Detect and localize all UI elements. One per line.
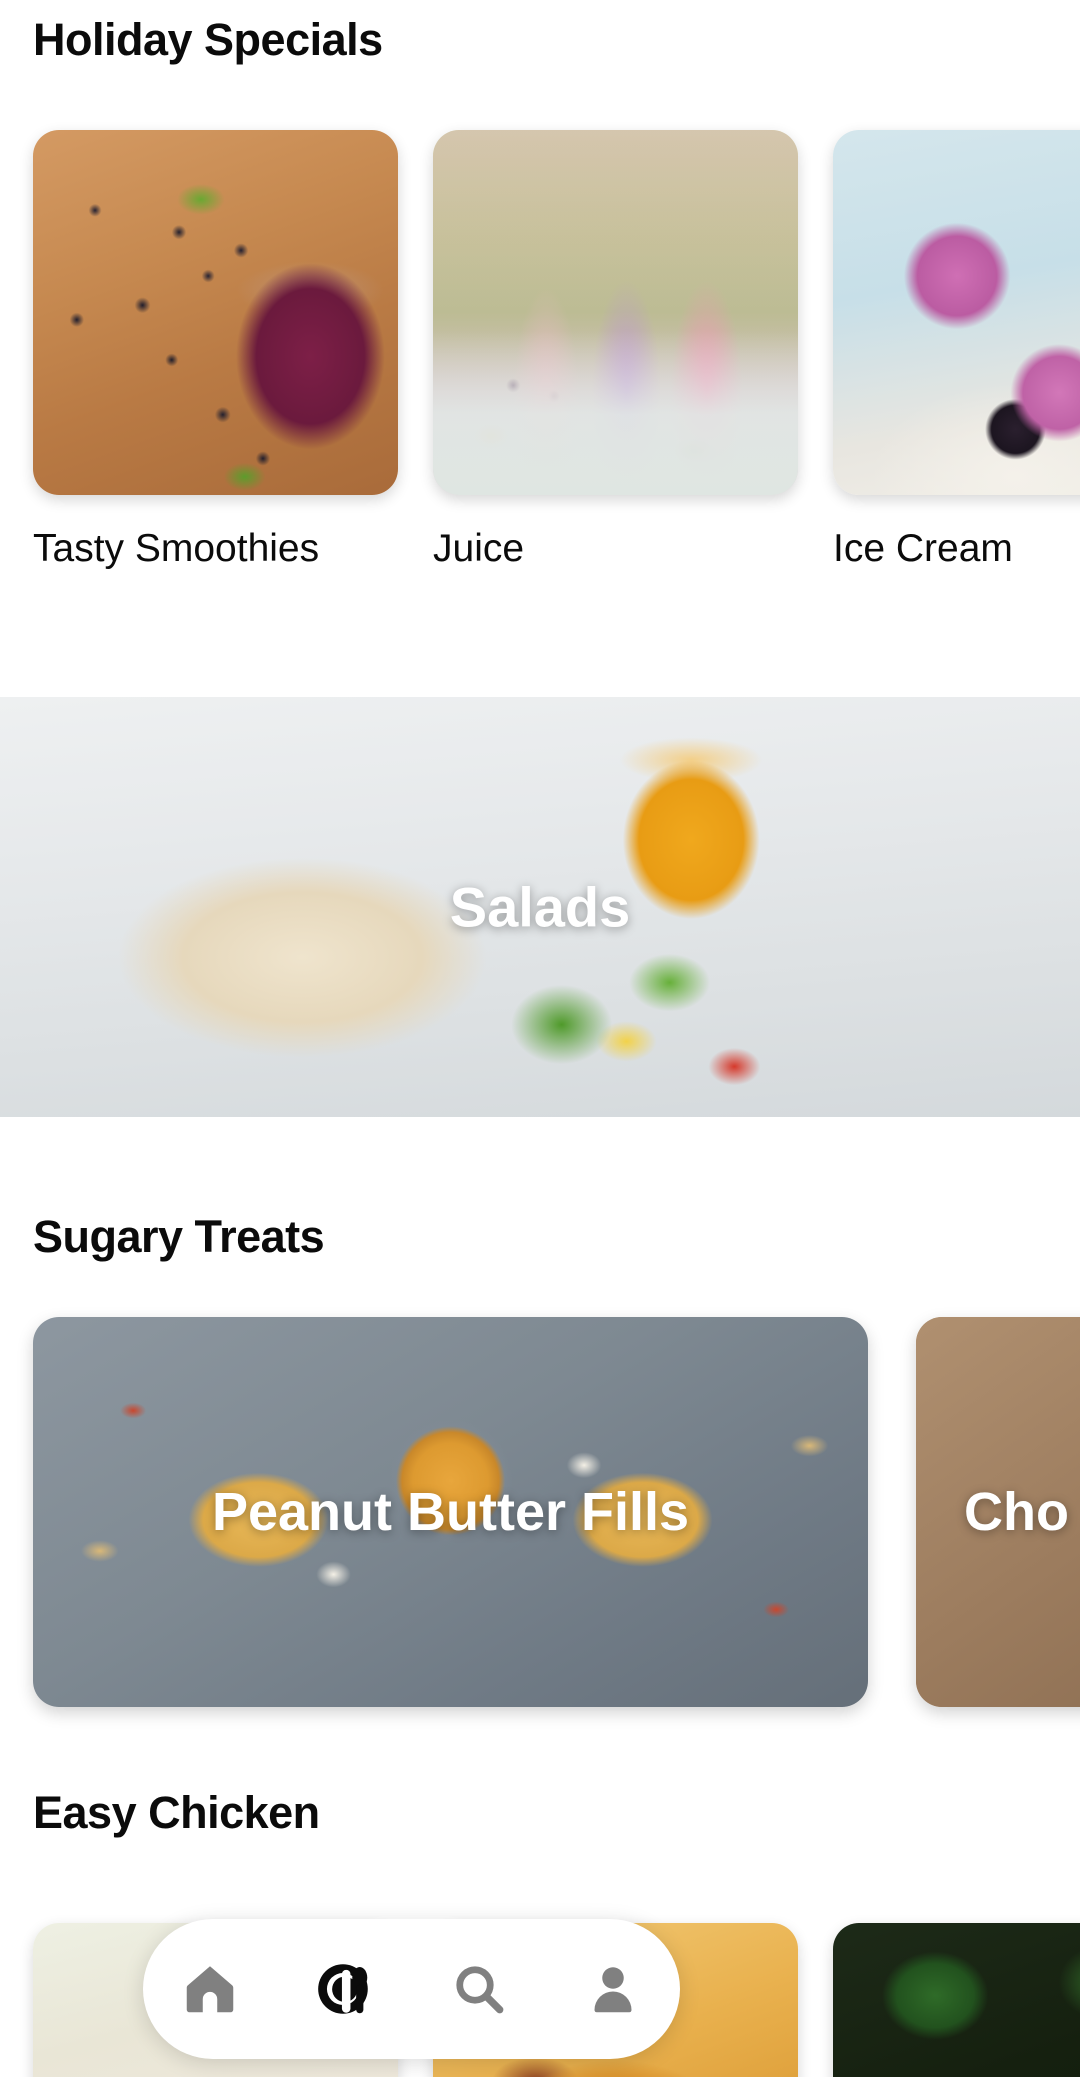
chicken-card-3[interactable] — [833, 1923, 1080, 2077]
holiday-card-juice[interactable]: Juice — [433, 130, 798, 571]
holiday-card-label-tasty-smoothies: Tasty Smoothies — [33, 527, 320, 570]
search-icon[interactable] — [449, 1959, 509, 2019]
salads-banner-title: Salads — [449, 875, 631, 939]
person-icon[interactable] — [583, 1959, 643, 2019]
holiday-card-image-tasty-smoothies[interactable] — [33, 130, 398, 495]
sugary-card-peanut-butter-fills[interactable]: Peanut Butter Fills — [33, 1317, 868, 1707]
nav-item-home[interactable] — [160, 1939, 260, 2039]
holiday-card-label-juice: Juice — [433, 527, 525, 570]
nav-item-profile[interactable] — [563, 1939, 663, 2039]
holiday-card-label-ice-cream: Ice Cream — [833, 527, 1013, 570]
holiday-specials-row[interactable]: Tasty Smoothies Juice Ice Cream — [0, 130, 1080, 571]
sugary-card-chocolate[interactable]: Cho — [916, 1317, 1080, 1707]
section-title-easy-chicken: Easy Chicken — [33, 1787, 320, 1838]
section-title-sugary-treats: Sugary Treats — [33, 1211, 325, 1262]
ice-cream-bowl-image — [833, 130, 1080, 495]
app-screen: Holiday Specials Tasty Smoothies Juice I… — [0, 0, 1080, 2077]
holiday-card-image-ice-cream[interactable] — [833, 130, 1080, 495]
juice-glasses-image — [433, 130, 798, 495]
bottom-navigation-bar — [143, 1919, 680, 2059]
herb-chicken-image — [833, 1923, 1080, 2077]
sugary-treats-row[interactable]: Peanut Butter Fills Cho — [0, 1317, 1080, 1707]
holiday-card-ice-cream[interactable]: Ice Cream — [833, 130, 1080, 571]
nav-item-search[interactable] — [429, 1939, 529, 2039]
holiday-card-tasty-smoothies[interactable]: Tasty Smoothies — [33, 130, 398, 571]
section-title-holiday-specials: Holiday Specials — [33, 14, 383, 65]
holiday-card-image-juice[interactable] — [433, 130, 798, 495]
home-icon[interactable] — [179, 1958, 241, 2020]
sugary-card-title-peanut-butter-fills: Peanut Butter Fills — [211, 1482, 690, 1542]
sugary-card-title-chocolate: Cho — [964, 1482, 1069, 1542]
salads-banner[interactable]: Salads — [0, 697, 1080, 1117]
blueberry-smoothie-image — [33, 130, 398, 495]
nav-item-recipes[interactable] — [294, 1939, 394, 2039]
plate-spoon-icon[interactable] — [313, 1958, 375, 2020]
